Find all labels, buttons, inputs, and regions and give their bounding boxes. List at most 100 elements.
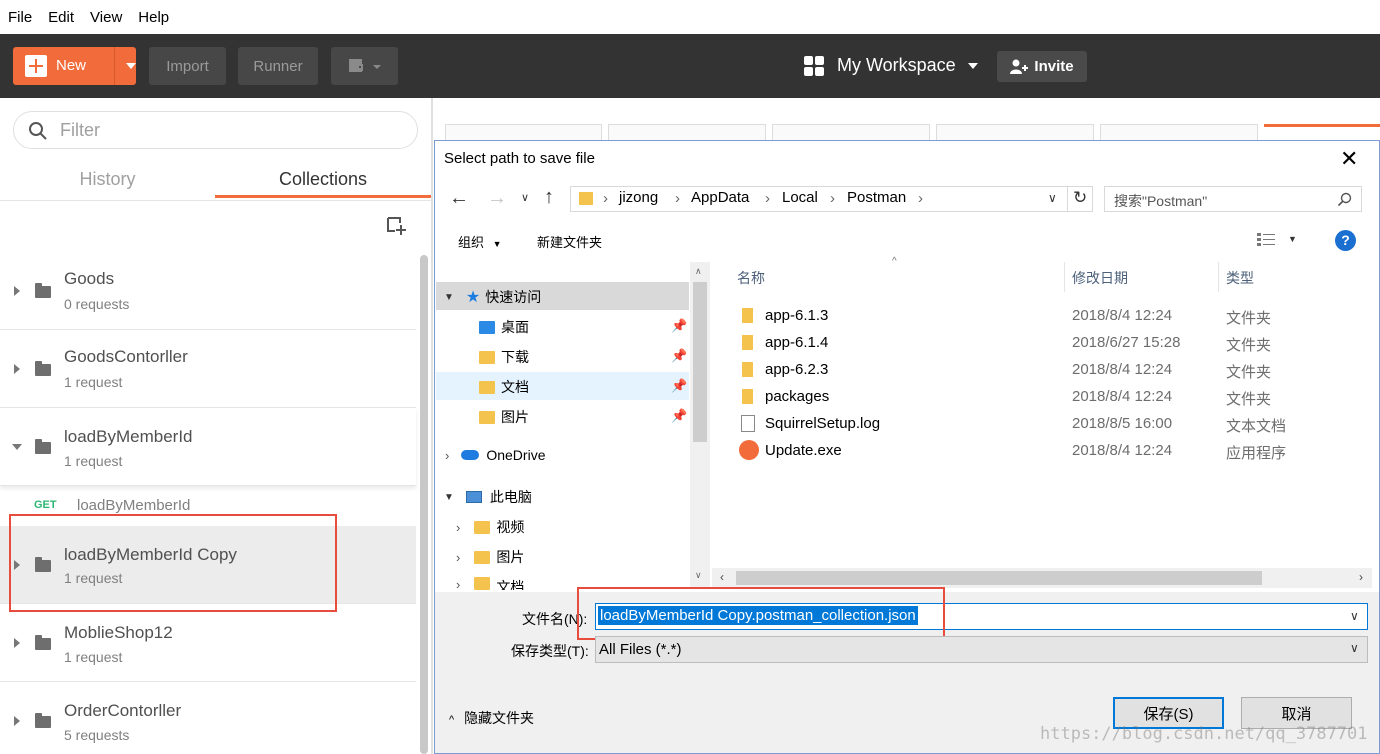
scroll-thumb[interactable]: [693, 282, 707, 442]
chevron-down-icon[interactable]: [126, 63, 136, 69]
column-header-type[interactable]: 类型: [1226, 268, 1254, 288]
help-icon[interactable]: ?: [1335, 230, 1356, 251]
file-row[interactable]: app-6.1.3 2018/8/4 12:24 文件夹: [737, 305, 1367, 327]
workspace-selector[interactable]: My Workspace: [804, 55, 978, 76]
column-header-date[interactable]: 修改日期: [1072, 268, 1128, 288]
forward-arrow-icon[interactable]: →: [487, 187, 507, 210]
runner-button[interactable]: Runner: [238, 47, 318, 85]
nav-item-documents[interactable]: 文档: [479, 377, 529, 397]
recent-locations-icon[interactable]: ∨: [521, 191, 529, 204]
chevron-right-icon[interactable]: ›: [445, 448, 449, 463]
filetype-label: 保存类型(T):: [511, 643, 589, 659]
nav-label: 下载: [501, 349, 529, 365]
organize-button[interactable]: 组织 ▼: [458, 232, 502, 251]
folder-icon: [35, 635, 51, 650]
new-window-button[interactable]: [331, 47, 398, 85]
address-bar[interactable]: › jizong › AppData › Local › Postman › ∨…: [570, 186, 1093, 212]
column-header-name[interactable]: 名称: [737, 268, 765, 288]
new-button[interactable]: New: [13, 47, 136, 85]
pin-icon[interactable]: 📌: [671, 348, 687, 364]
chevron-right-icon[interactable]: [14, 286, 20, 296]
view-options-icon[interactable]: [1257, 232, 1275, 248]
nav-item-desktop[interactable]: 桌面: [479, 317, 529, 337]
search-input[interactable]: 搜索"Postman": [1104, 186, 1362, 212]
file-list-hscrollbar[interactable]: ‹ ›: [712, 568, 1372, 588]
download-folder-icon: [479, 350, 495, 364]
file-row[interactable]: app-6.1.4 2018/6/27 15:28 文件夹: [737, 332, 1367, 354]
chevron-right-icon[interactable]: [14, 716, 20, 726]
sidebar-divider: [0, 200, 432, 201]
chevron-left-icon[interactable]: ‹: [720, 570, 724, 584]
menu-edit[interactable]: Edit: [48, 9, 74, 26]
breadcrumb-item[interactable]: Local: [782, 189, 818, 206]
file-row[interactable]: Update.exe 2018/8/4 12:24 应用程序: [737, 440, 1367, 462]
collection-count: 0 requests: [64, 296, 130, 312]
new-folder-button[interactable]: 新建文件夹: [537, 232, 602, 251]
tab-history[interactable]: History: [0, 160, 215, 198]
menu-view[interactable]: View: [90, 9, 122, 26]
nav-label: OneDrive: [486, 447, 546, 463]
chevron-down-icon[interactable]: ∨: [1350, 609, 1359, 623]
scroll-thumb[interactable]: [736, 571, 1262, 585]
invite-button[interactable]: Invite: [997, 51, 1087, 82]
file-row[interactable]: app-6.2.3 2018/8/4 12:24 文件夹: [737, 359, 1367, 381]
file-name: app-6.1.3: [765, 307, 829, 324]
pin-icon[interactable]: 📌: [671, 318, 687, 334]
nav-quick-access[interactable]: ▼ ★ 快速访问: [444, 287, 541, 307]
file-type: 文件夹: [1226, 337, 1272, 354]
close-icon[interactable]: ✕: [1340, 146, 1358, 172]
chevron-right-icon[interactable]: [14, 364, 20, 374]
sidebar-scrollbar[interactable]: [420, 255, 428, 754]
tab-collections[interactable]: Collections: [215, 160, 431, 198]
filter-input[interactable]: Filter: [13, 111, 418, 149]
chevron-down-icon[interactable]: ▼: [1288, 234, 1297, 244]
chevron-right-icon[interactable]: [14, 638, 20, 648]
nav-item-downloads[interactable]: 下载: [479, 347, 529, 367]
menu-help[interactable]: Help: [138, 9, 169, 26]
folder-icon: [742, 362, 753, 377]
chevron-down-icon[interactable]: ∨: [695, 570, 702, 581]
pin-icon[interactable]: 📌: [671, 378, 687, 394]
menu-file[interactable]: File: [8, 9, 32, 26]
nav-item-pictures[interactable]: 图片: [479, 407, 529, 427]
chevron-down-icon: ▼: [492, 239, 502, 249]
nav-scrollbar[interactable]: ∧ ∨: [690, 262, 710, 587]
hide-folders-toggle[interactable]: ^ 隐藏文件夹: [449, 708, 534, 728]
up-arrow-icon[interactable]: ↑: [544, 186, 554, 209]
breadcrumb-item[interactable]: jizong: [619, 189, 658, 206]
nav-item-pc-documents[interactable]: › 文档: [456, 577, 524, 590]
chevron-down-icon[interactable]: [12, 444, 22, 450]
chevron-down-icon[interactable]: ∨: [1048, 191, 1057, 205]
chevron-right-icon[interactable]: ›: [456, 577, 460, 590]
breadcrumb-item[interactable]: AppData: [691, 189, 749, 206]
chevron-down-icon[interactable]: ∨: [1350, 641, 1359, 655]
new-collection-icon[interactable]: [386, 215, 408, 237]
chevron-down-icon[interactable]: ▼: [444, 292, 454, 303]
nav-onedrive[interactable]: › OneDrive: [445, 447, 545, 463]
collection-item[interactable]: GoodsContorller 1 request: [0, 330, 416, 408]
chevron-right-icon[interactable]: ›: [1359, 570, 1363, 584]
chevron-right-icon[interactable]: ›: [456, 550, 460, 565]
nav-label: 图片: [496, 549, 525, 565]
nav-item-videos[interactable]: › 视频: [456, 517, 524, 537]
file-type: 文件夹: [1226, 364, 1272, 381]
pin-icon[interactable]: 📌: [671, 408, 687, 424]
refresh-icon[interactable]: ↻: [1073, 188, 1087, 208]
collection-item[interactable]: OrderContorller 5 requests: [0, 682, 416, 754]
chevron-down-icon[interactable]: ▼: [444, 492, 454, 503]
filetype-select[interactable]: All Files (*.*) ∨: [595, 636, 1368, 663]
import-button[interactable]: Import: [149, 47, 226, 85]
collection-item-expanded[interactable]: loadByMemberId 1 request: [0, 408, 416, 486]
nav-item-pc-pictures[interactable]: › 图片: [456, 547, 524, 567]
file-row[interactable]: SquirrelSetup.log 2018/8/5 16:00 文本文档: [737, 413, 1367, 435]
file-row[interactable]: packages 2018/8/4 12:24 文件夹: [737, 386, 1367, 408]
collection-item[interactable]: MoblieShop12 1 request: [0, 604, 416, 682]
nav-this-pc[interactable]: ▼ 此电脑: [444, 487, 532, 507]
collection-item[interactable]: Goods 0 requests: [0, 252, 416, 330]
active-request-tab[interactable]: [1264, 124, 1380, 127]
chevron-up-icon[interactable]: ∧: [695, 266, 702, 277]
back-arrow-icon[interactable]: ←: [449, 187, 469, 210]
chevron-right-icon[interactable]: ›: [456, 520, 460, 535]
breadcrumb-item[interactable]: Postman: [847, 189, 906, 206]
dialog-title: Select path to save file: [444, 150, 595, 167]
